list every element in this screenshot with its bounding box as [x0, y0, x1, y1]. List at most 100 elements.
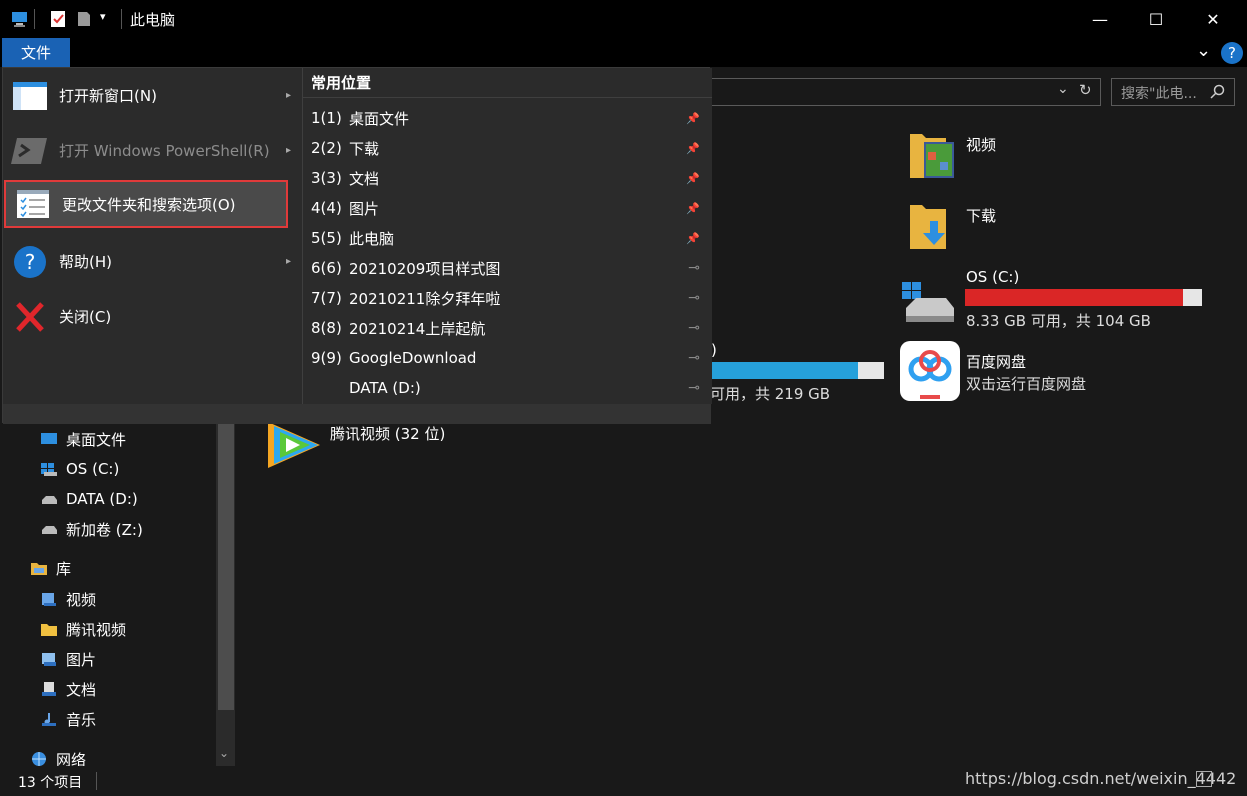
search-icon[interactable] — [1210, 84, 1225, 99]
ribbon-bar — [0, 38, 1247, 67]
library-icon — [31, 563, 47, 575]
svg-text:?: ? — [25, 250, 36, 274]
frequent-place-label: 20210214上岸起航 — [349, 319, 486, 338]
quick-access-dropdown-icon[interactable]: ▾ — [100, 10, 106, 23]
pinned-icon[interactable]: 📌 — [686, 202, 700, 215]
app-label: 腾讯视频 (32 位) — [330, 425, 446, 443]
unpinned-icon[interactable]: ⊸ — [688, 290, 700, 306]
folder-icon — [41, 624, 57, 636]
address-dropdown-icon[interactable]: ⌄ — [1057, 81, 1069, 97]
app-label: 百度网盘 — [966, 353, 1027, 371]
properties-icon[interactable] — [48, 9, 68, 29]
video-folder-icon — [910, 134, 954, 178]
address-bar[interactable]: ⌄ ↻ — [711, 78, 1101, 106]
unpinned-icon[interactable]: ⊸ — [688, 320, 700, 336]
frequent-divider — [303, 97, 712, 98]
drive-os-c[interactable]: OS (C:) 8.33 GB 可用，共 104 GB — [900, 268, 1210, 330]
unpinned-icon[interactable]: ⊸ — [688, 380, 700, 396]
drive-icon — [42, 496, 57, 504]
frequent-place-item[interactable]: 8(8) 20210214上岸起航 ⊸ — [303, 313, 712, 343]
nav-item-pictures[interactable]: 图片 — [40, 644, 96, 674]
minimize-button[interactable]: — — [1077, 0, 1123, 38]
nav-item-music[interactable]: 音乐 — [40, 704, 96, 734]
drive-usage-bar — [708, 362, 884, 379]
frequent-place-index: 7(7) — [311, 289, 342, 307]
help-icon[interactable]: ? — [1221, 42, 1243, 64]
frequent-place-index: 5(5) — [311, 229, 342, 247]
music-icon — [42, 713, 56, 726]
pinned-icon[interactable]: 📌 — [686, 172, 700, 185]
close-icon — [16, 301, 44, 332]
unpinned-icon[interactable]: ⊸ — [688, 350, 700, 366]
nav-item-desktop[interactable]: 桌面文件 — [40, 424, 126, 454]
nav-scrollbar-thumb[interactable] — [218, 420, 234, 710]
pictures-icon — [42, 653, 56, 666]
nav-item-label: 视频 — [66, 590, 97, 609]
nav-item-videos[interactable]: 视频 — [40, 584, 96, 614]
file-menu-commands: 打开新窗口(N) ▸ 打开 Windows PowerShell(R) ▸ 更改… — [3, 68, 301, 404]
file-menu-footer — [3, 404, 711, 424]
frequent-place-index: 8(8) — [311, 319, 342, 337]
frequent-place-label: 文档 — [349, 169, 380, 188]
frequent-place-index: 1(1) — [311, 109, 342, 127]
file-tab[interactable]: 文件 — [2, 38, 70, 67]
frequent-places-heading: 常用位置 — [311, 74, 372, 92]
menu-item-label: 打开 Windows PowerShell(R) — [59, 142, 270, 160]
watermark: https://blog.csdn.net/weixin_44421793 — [965, 769, 1235, 788]
tencent-video-icon — [268, 422, 320, 468]
nav-item-new-volume-z[interactable]: 新加卷 (Z:) — [40, 514, 143, 544]
frequent-place-item[interactable]: 1(1) 桌面文件 📌 — [303, 103, 712, 133]
help-icon: ? — [14, 245, 46, 278]
submenu-arrow-icon: ▸ — [285, 90, 291, 101]
new-folder-icon[interactable] — [74, 9, 94, 29]
nav-item-tencent-video[interactable]: 腾讯视频 — [40, 614, 126, 644]
drive-usage-text: 可用，共 219 GB — [710, 385, 831, 403]
nav-item-documents[interactable]: 文档 — [40, 674, 96, 704]
window-title: 此电脑 — [130, 11, 176, 29]
file-menu: 打开新窗口(N) ▸ 打开 Windows PowerShell(R) ▸ 更改… — [2, 67, 712, 424]
frequent-place-item[interactable]: 7(7) 20210211除夕拜年啦 ⊸ — [303, 283, 712, 313]
menu-item-open-new-window[interactable]: 打开新窗口(N) ▸ — [3, 68, 301, 123]
maximize-button[interactable]: ☐ — [1133, 0, 1179, 38]
app-tencent-video[interactable]: 腾讯视频 (32 位) — [262, 418, 522, 474]
frequent-place-item[interactable]: DATA (D:) ⊸ — [303, 373, 712, 403]
drive-data-d[interactable]: :) 可用，共 219 GB — [704, 340, 894, 406]
search-input[interactable]: 搜索"此电... — [1111, 78, 1235, 106]
video-icon — [42, 593, 56, 606]
frequent-place-label: GoogleDownload — [349, 349, 477, 367]
frequent-place-item[interactable]: 3(3) 文档 📌 — [303, 163, 712, 193]
details-view-icon[interactable] — [1196, 771, 1212, 787]
download-folder-icon — [910, 205, 946, 249]
scroll-down-icon[interactable]: ⌄ — [219, 746, 229, 760]
frequent-place-item[interactable]: 9(9) GoogleDownload ⊸ — [303, 343, 712, 373]
frequent-place-label: 桌面文件 — [349, 109, 410, 128]
nav-item-data-d[interactable]: DATA (D:) — [40, 484, 138, 514]
menu-item-close[interactable]: 关闭(C) — [3, 289, 301, 344]
frequent-place-item[interactable]: 2(2) 下载 📌 — [303, 133, 712, 163]
nav-item-library[interactable]: 库 — [30, 553, 71, 583]
ribbon-collapse-icon[interactable]: ⌄ — [1196, 40, 1211, 61]
computer-icon[interactable] — [10, 9, 30, 29]
menu-item-label: 帮助(H) — [59, 253, 112, 271]
search-placeholder: 搜索"此电... — [1121, 86, 1197, 102]
frequent-place-item[interactable]: 6(6) 20210209项目样式图 ⊸ — [303, 253, 712, 283]
pinned-icon[interactable]: 📌 — [686, 232, 700, 245]
menu-item-help[interactable]: ? 帮助(H) ▸ — [3, 234, 301, 289]
close-button[interactable]: ✕ — [1190, 0, 1236, 38]
drive-usage-fill — [708, 362, 858, 379]
refresh-icon[interactable]: ↻ — [1079, 81, 1092, 99]
windows-drive-icon — [902, 282, 954, 322]
nav-item-os-c[interactable]: OS (C:) — [40, 454, 119, 484]
menu-item-open-powershell[interactable]: 打开 Windows PowerShell(R) ▸ — [3, 123, 301, 178]
pinned-icon[interactable]: 📌 — [686, 112, 700, 125]
windows-drive-icon — [41, 463, 57, 476]
frequent-place-item[interactable]: 5(5) 此电脑 📌 — [303, 223, 712, 253]
menu-item-folder-options[interactable]: 更改文件夹和搜索选项(O) — [4, 180, 288, 228]
pinned-icon[interactable]: 📌 — [686, 142, 700, 155]
frequent-place-item[interactable]: 4(4) 图片 📌 — [303, 193, 712, 223]
frequent-place-label: 20210209项目样式图 — [349, 259, 501, 278]
documents-icon — [42, 682, 56, 696]
unpinned-icon[interactable]: ⊸ — [688, 260, 700, 276]
frequent-place-index: 3(3) — [311, 169, 342, 187]
app-baidu-netdisk[interactable]: 百度网盘 双击运行百度网盘 — [900, 341, 1200, 403]
